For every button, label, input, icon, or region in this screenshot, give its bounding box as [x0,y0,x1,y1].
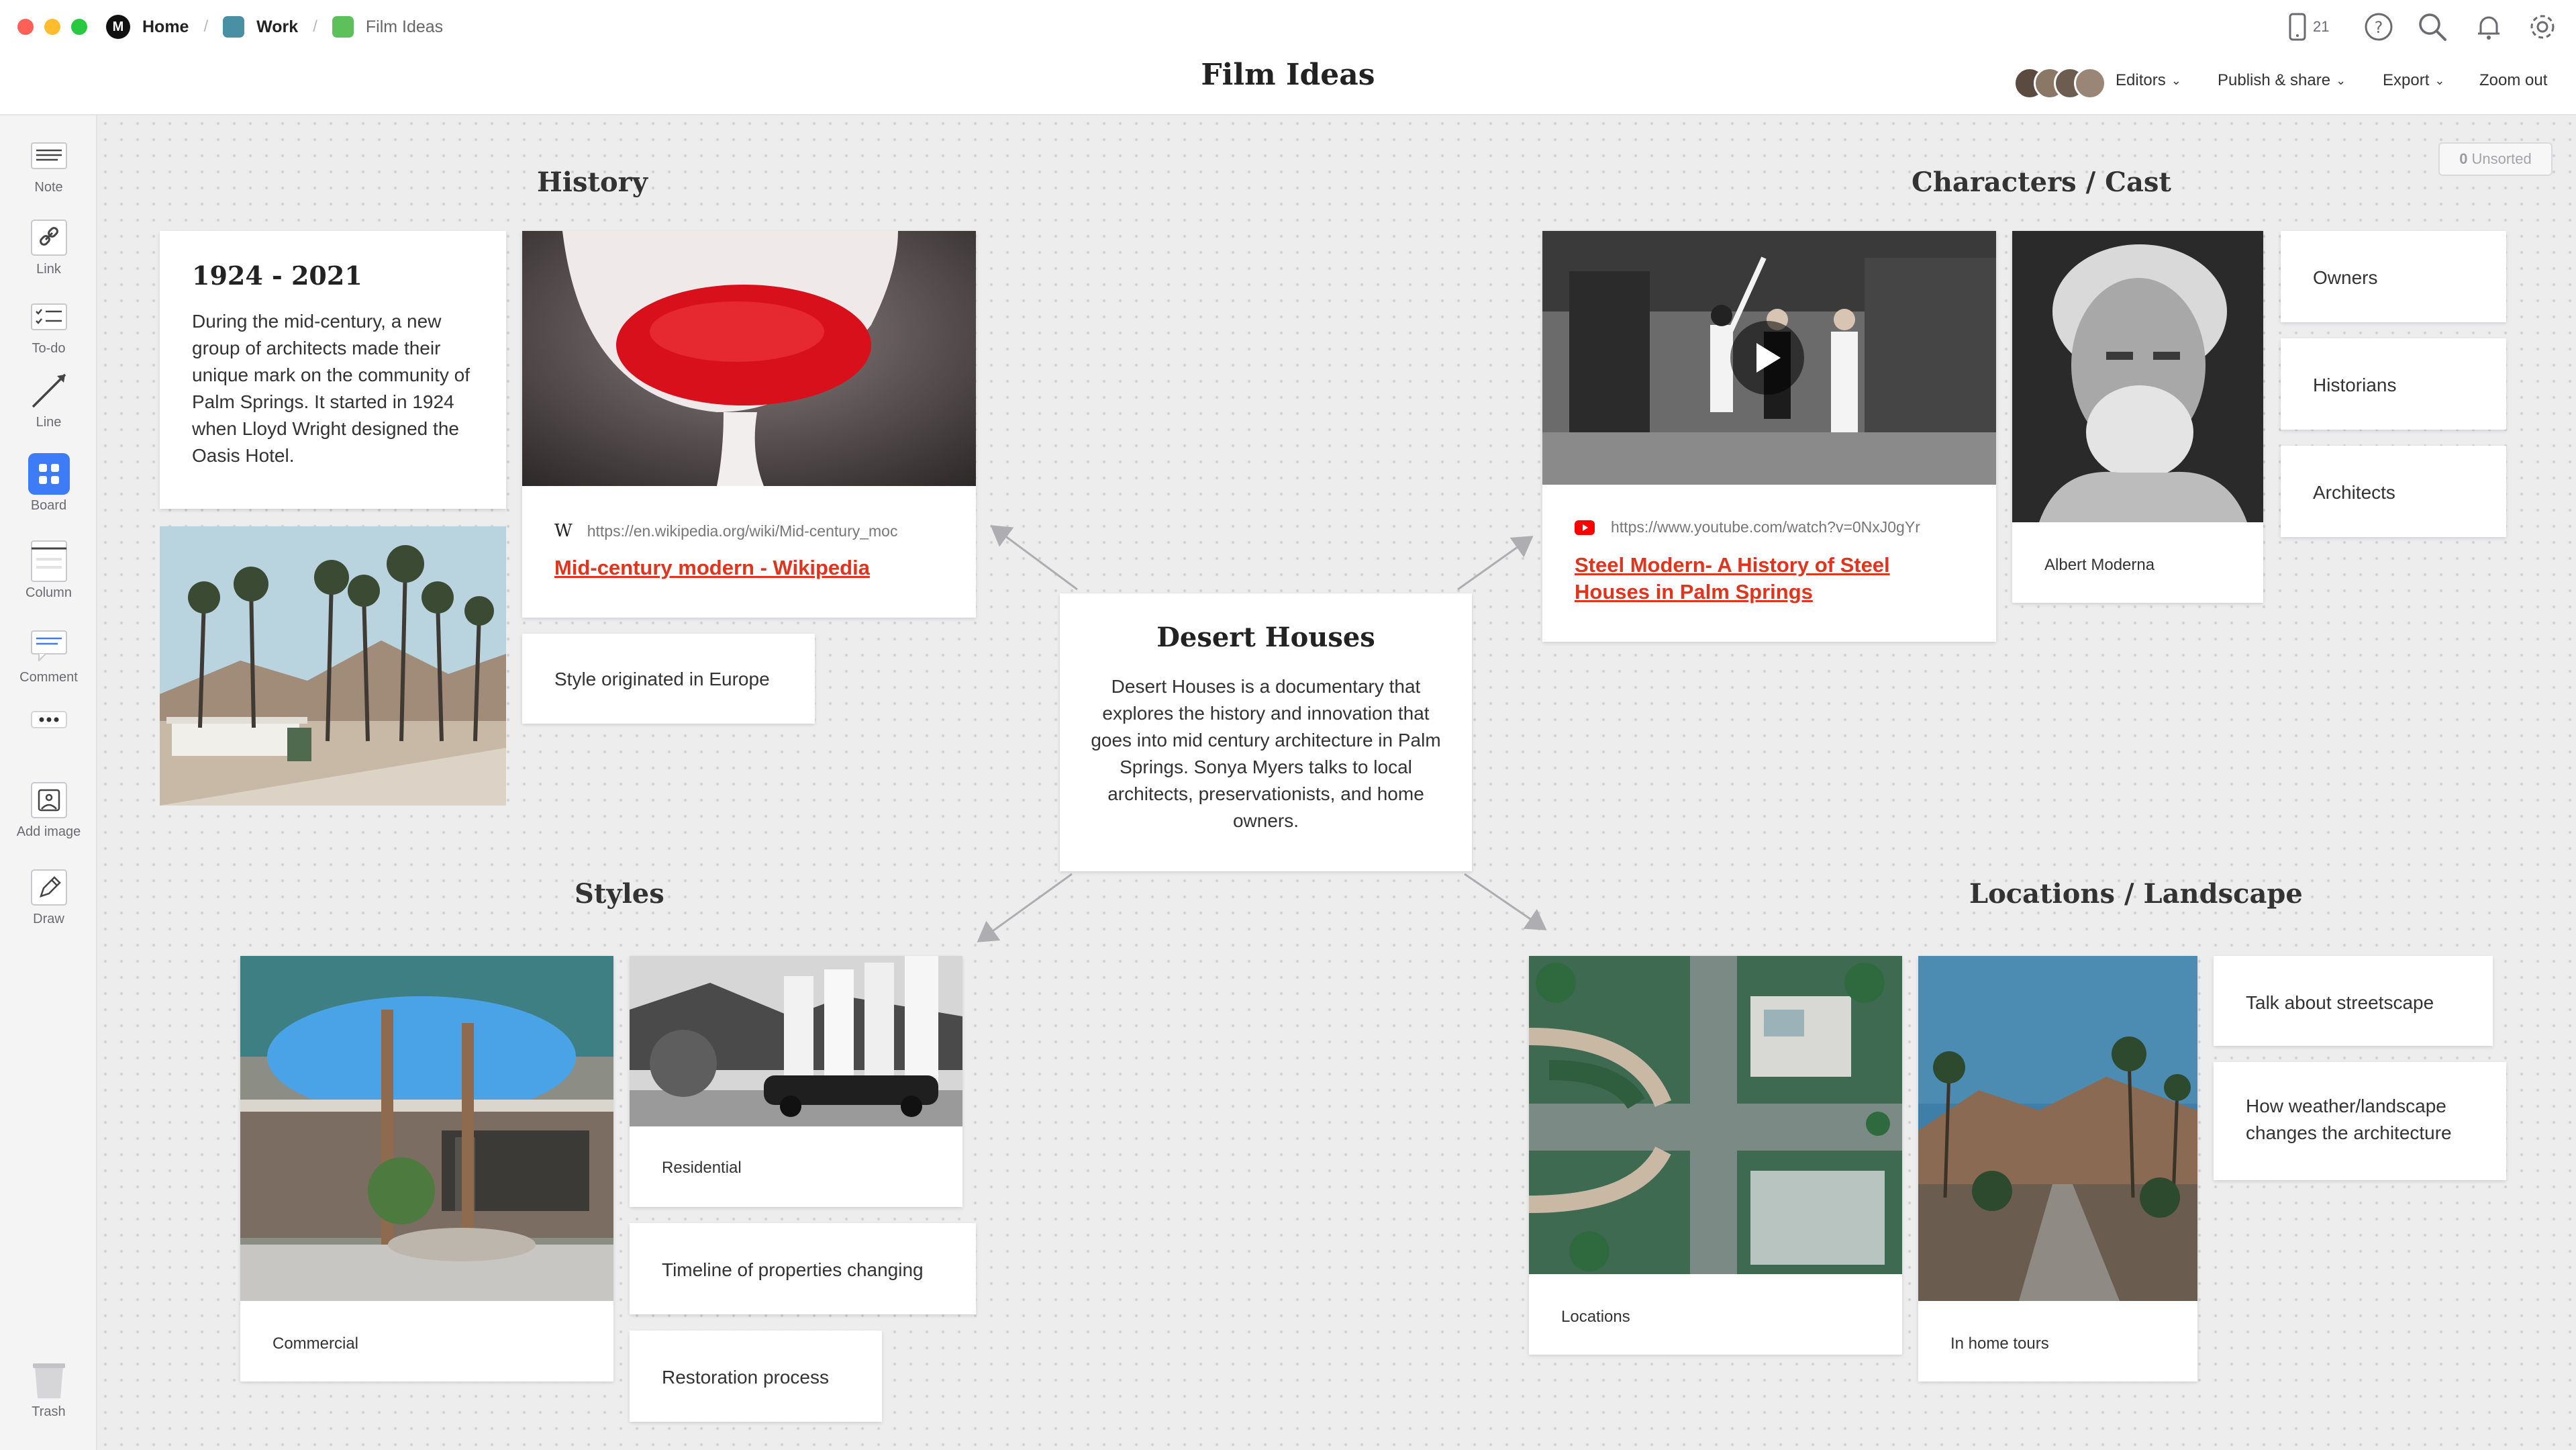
play-button[interactable] [1730,321,1804,395]
streetscape-note[interactable]: Talk about streetscape [2214,956,2493,1046]
cast-note-architects[interactable]: Architects [2281,446,2506,537]
residential-caption: Residential [662,1159,742,1177]
palm-trees-photo [160,526,506,806]
history-note-body: During the mid-century, a new group of a… [192,311,470,466]
portrait-card[interactable]: Albert Moderna [2012,231,2263,603]
tulip-chair-image [522,231,976,486]
aerial-intersection-photo [1529,956,1902,1274]
wikipedia-link-card[interactable]: W https://en.wikipedia.org/wiki/Mid-cent… [522,231,976,618]
streetscape-note-text: Talk about streetscape [2246,992,2434,1013]
youtube-icon [1575,520,1595,535]
connector-arrow-history[interactable] [990,525,1078,591]
portrait-caption: Albert Moderna [2044,556,2155,574]
palm-springs-house-image[interactable] [160,526,506,806]
play-icon [1756,343,1781,373]
commercial-caption: Commercial [273,1335,359,1353]
styles-heading: Styles [575,878,664,910]
bearded-man-photo [2012,231,2263,522]
history-heading: History [537,166,648,198]
wikipedia-link-url[interactable]: https://en.wikipedia.org/wiki/Mid-centur… [587,522,957,540]
home-tours-caption: In home tours [1950,1335,2049,1353]
connector-arrow-styles[interactable] [977,873,1073,942]
timeline-note-text: Timeline of properties changing [662,1259,924,1280]
wikipedia-link-title[interactable]: Mid-century modern - Wikipedia [554,554,957,581]
desert-street-photo [1918,956,2197,1301]
cast-note-historians[interactable]: Historians [2281,338,2506,430]
locations-image-card[interactable]: Locations [1529,956,1902,1355]
restoration-note-text: Restoration process [662,1367,830,1388]
commercial-image-card[interactable]: Commercial [240,956,613,1382]
home-tours-image [1918,956,2197,1301]
residential-image [630,956,962,1126]
commercial-image [240,956,613,1301]
tulip-chair-photo [522,231,976,486]
home-tours-image-card[interactable]: In home tours [1918,956,2197,1382]
youtube-link-card[interactable]: https://www.youtube.com/watch?v=0NxJ0gYr… [1542,231,1996,642]
video-thumbnail[interactable] [1542,231,1996,485]
commercial-building-photo [240,956,613,1301]
restoration-note[interactable]: Restoration process [630,1331,882,1422]
desert-houses-body: Desert Houses is a documentary that expl… [1091,676,1441,831]
weather-note[interactable]: How weather/landscape changes the archit… [2214,1062,2506,1180]
cast-note-owners-text: Owners [2313,267,2378,288]
connector-arrow-characters[interactable] [1457,536,1534,591]
residential-image-card[interactable]: Residential [630,956,962,1207]
characters-heading: Characters / Cast [1912,166,2171,198]
weather-note-text: How weather/landscape changes the archit… [2246,1096,2452,1143]
locations-heading: Locations / Landscape [1969,878,2303,910]
style-origin-note[interactable]: Style originated in Europe [522,634,815,724]
cast-note-architects-text: Architects [2313,482,2395,503]
youtube-link-url[interactable]: https://www.youtube.com/watch?v=0NxJ0gYr [1611,518,1973,536]
history-note-card[interactable]: 1924 - 2021 During the mid-century, a ne… [160,231,506,509]
cast-note-historians-text: Historians [2313,375,2397,395]
locations-image [1529,956,1902,1274]
timeline-note[interactable]: Timeline of properties changing [630,1223,976,1314]
youtube-link-title[interactable]: Steel Modern- A History of Steel Houses … [1575,552,1971,606]
history-note-title: 1924 - 2021 [192,260,362,291]
desert-houses-note[interactable]: Desert Houses Desert Houses is a documen… [1060,593,1472,871]
desert-houses-title: Desert Houses [1156,622,1375,653]
connector-arrow-locations[interactable] [1464,873,1547,930]
style-origin-text: Style originated in Europe [554,669,770,689]
residential-house-photo [630,956,962,1126]
portrait-image [2012,231,2263,522]
cast-note-owners[interactable]: Owners [2281,231,2506,322]
locations-caption: Locations [1561,1308,1630,1326]
wikipedia-icon: W [554,521,573,541]
